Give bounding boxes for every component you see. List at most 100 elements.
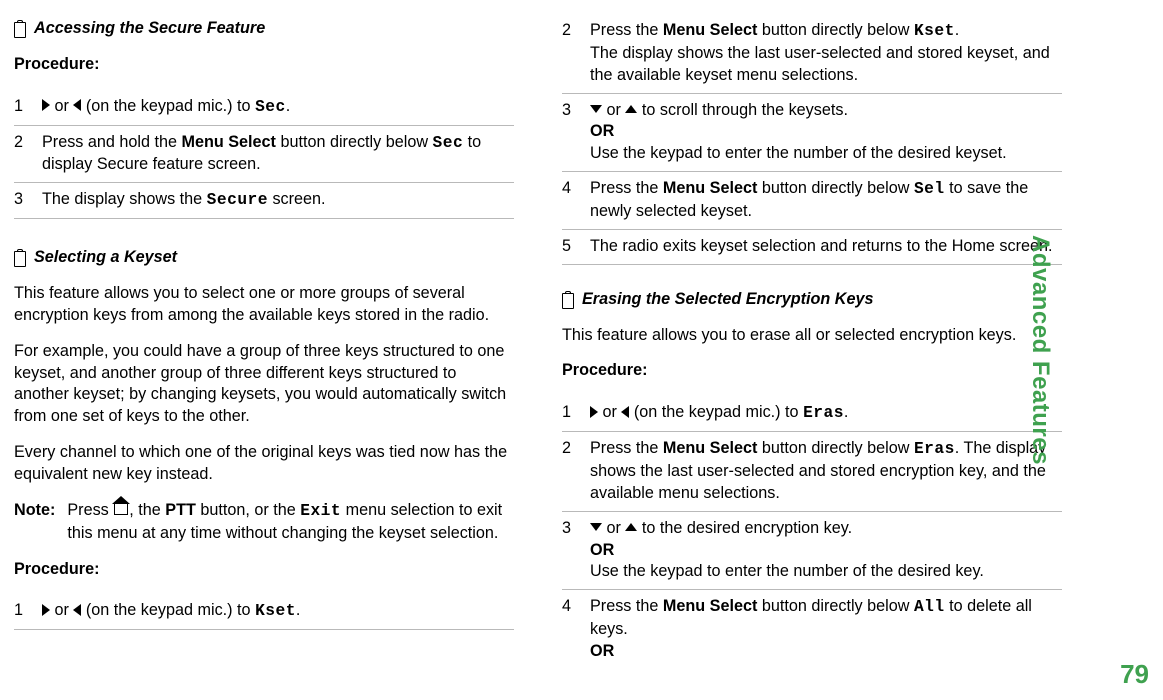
steps-accessing-secure: or (on the keypad mic.) to Sec. Press an… (14, 90, 514, 219)
text: or (607, 101, 621, 119)
doc-icon (14, 251, 26, 267)
code: Kset (255, 602, 296, 620)
intro-paragraph: This feature allows you to erase all or … (562, 325, 1062, 347)
down-arrow-icon (590, 523, 602, 531)
text: button directly below (757, 439, 914, 457)
step-item: The display shows the Secure screen. (14, 183, 514, 219)
text: The display shows the last user-selected… (590, 44, 1050, 84)
section-header-selecting-keyset: Selecting a Keyset (14, 247, 514, 269)
left-arrow-icon (73, 604, 81, 616)
note-body: Press , the PTT button, or the Exit menu… (67, 500, 514, 545)
text: button directly below (276, 133, 433, 151)
or-label: OR (590, 122, 614, 140)
sidebar: Advanced Features (1101, 14, 1163, 686)
procedure-label: Procedure: (562, 360, 1062, 382)
text: (on the keypad mic.) to (86, 97, 251, 115)
steps-selecting-keyset-right: Press the Menu Select button directly be… (562, 14, 1062, 265)
bold-text: Menu Select (181, 133, 275, 151)
text: . (286, 97, 291, 115)
text: Press the (590, 439, 663, 457)
text: Press the (590, 597, 663, 615)
bold-text: Menu Select (663, 179, 757, 197)
right-column: Press the Menu Select button directly be… (562, 14, 1062, 686)
step-item: or (on the keypad mic.) to Kset. (14, 594, 514, 630)
text: Use the keypad to enter the number of th… (590, 144, 1007, 162)
steps-selecting-keyset-left: or (on the keypad mic.) to Kset. (14, 594, 514, 630)
side-chapter-title: Advanced Features (1026, 235, 1054, 465)
steps-erasing-keys: or (on the keypad mic.) to Eras. Press t… (562, 396, 1062, 669)
text: , the (129, 501, 165, 519)
text: The radio exits keyset selection and ret… (590, 237, 1052, 255)
step-item: Press the Menu Select button directly be… (562, 14, 1062, 94)
right-arrow-icon (42, 99, 50, 111)
step-item: The radio exits keyset selection and ret… (562, 230, 1062, 265)
code: Sec (255, 98, 286, 116)
section-title: Selecting a Keyset (34, 247, 177, 269)
step-item: Press and hold the Menu Select button di… (14, 126, 514, 184)
procedure-label: Procedure: (14, 559, 514, 581)
text: or (607, 519, 621, 537)
or-label: OR (590, 541, 614, 559)
section-title: Accessing the Secure Feature (34, 18, 265, 40)
page-number: 79 (1120, 659, 1149, 690)
step-item: Press the Menu Select button directly be… (562, 590, 1062, 669)
note-label: Note: (14, 500, 55, 545)
or-label: OR (590, 642, 614, 660)
step-item: or to the desired encryption key. OR Use… (562, 512, 1062, 591)
text: Press the (590, 179, 663, 197)
bold-text: Menu Select (663, 597, 757, 615)
right-arrow-icon (590, 406, 598, 418)
up-arrow-icon (625, 105, 637, 113)
text: . (955, 21, 960, 39)
code: All (914, 598, 945, 616)
procedure-label: Procedure: (14, 54, 514, 76)
doc-icon (562, 293, 574, 309)
down-arrow-icon (590, 105, 602, 113)
code: Sec (433, 134, 464, 152)
content-area: Accessing the Secure Feature Procedure: … (14, 14, 1101, 686)
intro-paragraph: This feature allows you to select one or… (14, 283, 514, 327)
code: Eras (914, 440, 955, 458)
code: Secure (207, 191, 268, 209)
step-item: or (on the keypad mic.) to Eras. (562, 396, 1062, 432)
left-arrow-icon (621, 406, 629, 418)
text: or (603, 403, 617, 421)
text: Press and hold the (42, 133, 181, 151)
text: button directly below (757, 21, 914, 39)
text: . (844, 403, 849, 421)
text: (on the keypad mic.) to (634, 403, 799, 421)
code: Eras (803, 404, 844, 422)
step-item: or (on the keypad mic.) to Sec. (14, 90, 514, 126)
step-item: or to scroll through the keysets. OR Use… (562, 94, 1062, 173)
text: to the desired encryption key. (637, 519, 852, 537)
step-item: Press the Menu Select button directly be… (562, 172, 1062, 230)
doc-icon (14, 22, 26, 38)
bold-text: PTT (165, 501, 196, 519)
step-item: Press the Menu Select button directly be… (562, 432, 1062, 512)
text: or (55, 601, 69, 619)
text: or (55, 97, 69, 115)
section-title: Erasing the Selected Encryption Keys (582, 289, 873, 311)
left-column: Accessing the Secure Feature Procedure: … (14, 14, 514, 686)
intro-paragraph: For example, you could have a group of t… (14, 341, 514, 428)
page: Accessing the Secure Feature Procedure: … (0, 0, 1163, 700)
text: button directly below (757, 597, 914, 615)
left-arrow-icon (73, 99, 81, 111)
text: screen. (268, 190, 326, 208)
home-icon (114, 504, 128, 515)
code: Sel (914, 180, 945, 198)
bold-text: Menu Select (663, 21, 757, 39)
text: button directly below (757, 179, 914, 197)
bold-text: Menu Select (663, 439, 757, 457)
text: to scroll through the keysets. (637, 101, 848, 119)
note-block: Note: Press , the PTT button, or the Exi… (14, 500, 514, 545)
text: Press (67, 501, 113, 519)
text: Press the (590, 21, 663, 39)
code: Kset (914, 22, 955, 40)
right-arrow-icon (42, 604, 50, 616)
text: Use the keypad to enter the number of th… (590, 562, 984, 580)
text: The display shows the (42, 190, 207, 208)
section-header-accessing-secure: Accessing the Secure Feature (14, 18, 514, 40)
text: . (296, 601, 301, 619)
text: button, or the (196, 501, 300, 519)
